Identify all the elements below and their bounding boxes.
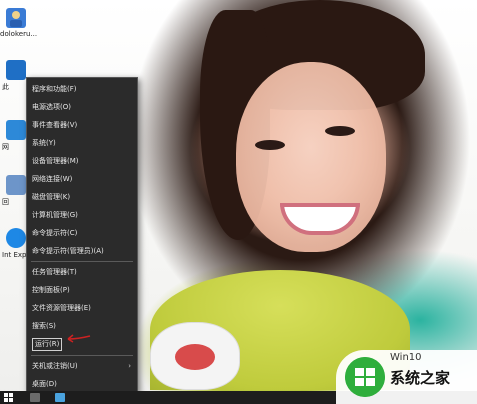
menu-item-control-panel[interactable]: 控制面板(P) xyxy=(27,283,137,297)
winx-context-menu: 程序和功能(F) 电源选项(O) 事件查看器(V) 系统(Y) 设备管理器(M)… xyxy=(26,77,138,393)
menu-item-event-viewer[interactable]: 事件查看器(V) xyxy=(27,118,137,132)
ie-label: Int Exp xyxy=(2,251,27,259)
ie-icon[interactable] xyxy=(6,228,26,248)
menu-item-programs-features[interactable]: 程序和功能(F) xyxy=(27,82,137,96)
recycle-bin-label: 回 xyxy=(2,198,9,206)
network-label: 网 xyxy=(2,143,9,151)
menu-item-network-connections[interactable]: 网络连接(W) xyxy=(27,172,137,186)
user-folder-icon[interactable] xyxy=(6,8,26,28)
menu-item-disk-management[interactable]: 磁盘管理(K) xyxy=(27,190,137,204)
menu-item-run-label: 运行(R) xyxy=(32,338,63,351)
menu-item-file-explorer[interactable]: 文件资源管理器(E) xyxy=(27,301,137,315)
menu-item-device-manager[interactable]: 设备管理器(M) xyxy=(27,154,137,168)
menu-item-run[interactable]: 运行(R) xyxy=(30,337,63,351)
menu-item-command-prompt-admin[interactable]: 命令提示符(管理员)(A) xyxy=(27,244,137,258)
wallpaper-badge-mark xyxy=(175,344,215,370)
submenu-arrow-icon: › xyxy=(128,362,131,370)
menu-item-desktop[interactable]: 桌面(D) xyxy=(27,377,137,391)
win10-logo-icon xyxy=(345,357,385,397)
menu-item-task-manager[interactable]: 任务管理器(T) xyxy=(27,265,137,279)
watermark-brand: Win10 xyxy=(390,352,422,363)
wallpaper-eye-right xyxy=(325,126,355,136)
menu-item-command-prompt[interactable]: 命令提示符(C) xyxy=(27,226,137,240)
recycle-bin-icon[interactable] xyxy=(6,175,26,195)
menu-separator xyxy=(31,261,133,262)
watermark-text: 系统之家 xyxy=(390,369,451,387)
taskbar-app-icon[interactable] xyxy=(55,393,65,402)
this-pc-label: 此 xyxy=(2,83,9,91)
menu-item-system[interactable]: 系统(Y) xyxy=(27,136,137,150)
menu-item-shutdown-label: 关机或注销(U) xyxy=(32,362,78,370)
menu-separator xyxy=(31,355,133,356)
user-folder-label: dolokeru... xyxy=(0,30,38,38)
menu-item-power-options[interactable]: 电源选项(O) xyxy=(27,100,137,114)
windows-start-icon[interactable] xyxy=(4,393,14,402)
wallpaper-eye-left xyxy=(255,140,285,150)
red-arrow-annotation-icon xyxy=(67,334,91,343)
task-view-icon[interactable] xyxy=(30,393,40,402)
menu-item-search[interactable]: 搜索(S) xyxy=(27,319,137,333)
this-pc-icon[interactable] xyxy=(6,60,26,80)
network-icon[interactable] xyxy=(6,120,26,140)
menu-item-computer-management[interactable]: 计算机管理(G) xyxy=(27,208,137,222)
menu-item-shutdown-signout[interactable]: 关机或注销(U) › xyxy=(27,359,137,373)
